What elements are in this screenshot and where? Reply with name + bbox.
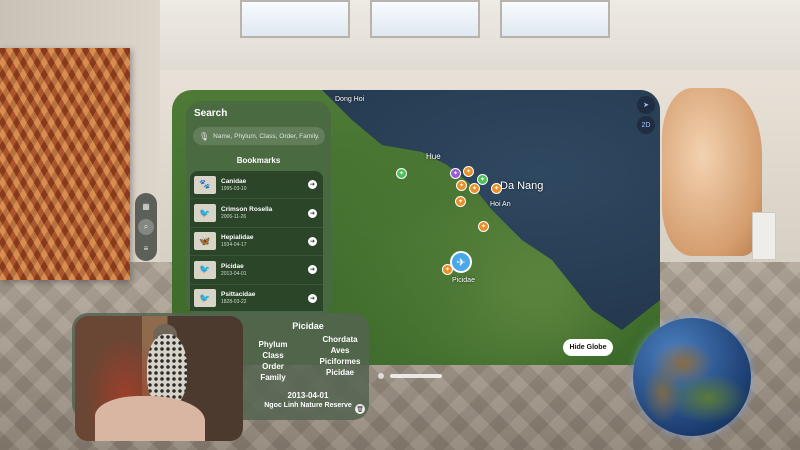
bookmark-date: 1995-03-10 <box>221 185 247 192</box>
observation-pin[interactable]: ✦ <box>491 183 502 194</box>
taxonomy-value: Piciformes <box>319 357 361 366</box>
search-panel: Search 🎙︎ Bookmarks 🐾 Canidae 1995-03-10… <box>186 101 331 317</box>
observation-pin[interactable]: ✦ <box>396 168 407 179</box>
pedestal <box>752 212 776 260</box>
bookmark-item[interactable]: 🦋 Hepialidae 1934-04-17 ➔ <box>190 227 323 257</box>
chevron-right-icon[interactable]: ➔ <box>308 265 317 275</box>
search-icon[interactable]: ⌕ <box>138 219 154 235</box>
bookmark-date: 2006-11-26 <box>221 214 247 221</box>
map-label-dong-hoi: Dong Hoi <box>335 96 365 103</box>
observation-pin[interactable]: ✦ <box>469 183 480 194</box>
hand <box>95 396 205 441</box>
observation-pin[interactable]: ✦ <box>477 174 488 185</box>
observation-pin[interactable]: ✦ <box>463 166 474 177</box>
observation-pin[interactable]: ✦ <box>478 221 489 232</box>
map-label-da-nang: Da Nang <box>500 180 544 192</box>
observation-pin[interactable]: ✦ <box>450 168 461 179</box>
bookmark-date: 1828-03-22 <box>221 299 247 306</box>
chevron-right-icon[interactable]: ➔ <box>308 236 317 246</box>
location-arrow-icon[interactable]: ➤ <box>637 96 655 114</box>
observation-pin[interactable]: ✦ <box>456 180 467 191</box>
bookmark-name: Picidae <box>221 262 244 270</box>
taxonomy-label: Family <box>260 373 286 382</box>
list-icon[interactable]: ≡ <box>138 240 154 256</box>
chevron-right-icon[interactable]: ➔ <box>308 180 317 190</box>
chevron-right-icon[interactable]: ➔ <box>308 293 317 303</box>
bookmarks-list[interactable]: 🐾 Canidae 1995-03-10 ➔ 🐦 Crimson Rosella… <box>190 171 323 311</box>
search-input[interactable] <box>213 132 325 140</box>
observation-place: Ngoc Linh Nature Reserve <box>264 402 352 409</box>
bookmarks-header: Bookmarks <box>236 156 281 165</box>
wall-painting <box>0 48 130 280</box>
bookmark-name: Canidae <box>221 177 247 185</box>
trash-icon[interactable]: 🗑 <box>355 404 365 414</box>
search-field[interactable]: 🎙︎ <box>193 127 325 145</box>
taxonomy-value: Picidae <box>325 368 354 377</box>
observation-pin[interactable]: ✦ <box>455 196 466 207</box>
bookmark-item[interactable]: 🐦 Psittacidae 1828-03-22 ➔ <box>190 284 323 311</box>
microphone-icon[interactable]: 🎙︎ <box>199 132 209 141</box>
chevron-right-icon[interactable]: ➔ <box>308 208 317 218</box>
window-close-dot[interactable] <box>378 373 384 379</box>
hide-globe-button[interactable]: Hide Globe <box>563 339 613 356</box>
map-mode-2d-button[interactable]: 2D <box>637 116 655 134</box>
taxonomy-label: Order <box>262 362 284 371</box>
bookmark-name: Crimson Rosella <box>221 206 273 214</box>
bookmark-date: 2013-04-01 <box>221 270 247 277</box>
map-label-picidae: Picidae <box>452 277 475 284</box>
taxonomy-label: Phylum <box>258 340 288 349</box>
observation-photo <box>75 316 243 441</box>
skylight <box>500 0 610 38</box>
side-tab-bar: ▦ ⌕ ≡ <box>135 193 157 261</box>
rosella-thumb: 🐦 <box>194 204 216 223</box>
map-label-hue: Hue <box>426 152 441 161</box>
bookmark-date: 1934-04-17 <box>221 242 247 249</box>
observation-date: 2013-04-01 <box>287 391 329 400</box>
skylight <box>370 0 480 38</box>
selected-observation-pin[interactable]: ✈ <box>450 251 472 273</box>
parrot-thumb: 🐦 <box>194 289 216 308</box>
moth-thumb: 🦋 <box>194 232 216 251</box>
taxonomy-value: Chordata <box>322 335 358 344</box>
sculpture <box>662 88 762 256</box>
map-icon[interactable]: ▦ <box>138 198 154 214</box>
globe[interactable] <box>633 318 751 436</box>
skylight <box>240 0 350 38</box>
taxonomy-labels: Phylum Class Order Family <box>248 340 298 383</box>
bookmark-item[interactable]: 🐦 Crimson Rosella 2006-11-26 ➔ <box>190 199 323 228</box>
window-grabber[interactable] <box>390 374 442 378</box>
search-title: Search <box>194 108 228 119</box>
taxonomy-label: Class <box>262 351 284 360</box>
bookmark-item[interactable]: 🐾 Canidae 1995-03-10 ➔ <box>190 171 323 200</box>
taxonomy-value: Aves <box>330 346 350 355</box>
bookmark-name: Hepialidae <box>221 234 254 242</box>
detail-title: Picidae <box>292 321 324 331</box>
canid-thumb: 🐾 <box>194 175 216 194</box>
bookmark-name: Psittacidae <box>221 291 256 299</box>
bookmark-item[interactable]: 🐦 Picidae 2013-04-01 ➔ <box>190 256 323 285</box>
woodpecker-thumb: 🐦 <box>194 260 216 279</box>
map-label-hoi-an: Hoi An <box>490 201 511 208</box>
taxonomy-values: Chordata Aves Piciformes Picidae <box>312 335 368 378</box>
